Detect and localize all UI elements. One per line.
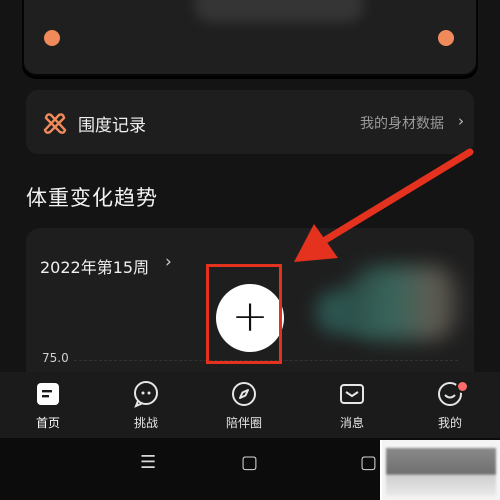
body-data-link[interactable]: 我的身材数据 [360,113,444,133]
week-selector[interactable]: 2022年第15周 [40,254,149,278]
notification-dot [456,380,469,393]
y-axis-tick: 75.0 [42,351,69,365]
tab-messages[interactable]: 消息 [312,372,392,438]
tab-home[interactable]: 首页 [8,372,88,438]
summary-card [22,0,478,76]
back-nav-icon[interactable]: ▢ [360,452,377,473]
annotation-arrow [294,148,474,262]
range-end-dot [438,30,454,46]
tab-companion[interactable]: 陪伴圈 [204,372,284,438]
tab-me[interactable]: 我的 [410,372,490,438]
measuring-tape-icon [43,113,67,134]
range-start-dot [44,30,60,46]
tab-label: 挑战 [133,416,158,430]
chevron-right-icon: › [458,112,464,130]
chevron-right-icon: › [165,252,172,272]
home-nav-icon[interactable]: ▢ [241,452,258,473]
inbox-icon [340,384,364,404]
menu-icon[interactable]: ☰ [140,452,156,473]
compass-icon [232,382,256,406]
thumbnail-image [386,448,496,496]
section-title: 体重变化趋势 [26,186,158,210]
tab-label: 首页 [35,416,60,430]
tab-label: 我的 [437,416,462,430]
home-icon [37,383,59,405]
blurred-content [194,0,364,22]
tab-label: 陪伴圈 [225,416,262,430]
chat-bubble-icon [134,381,158,408]
girth-record-label: 围度记录 [78,116,146,136]
bottom-tab-bar: 首页 挑战 陪伴圈 消息 我的 [0,372,500,438]
tab-challenge[interactable]: 挑战 [106,372,186,438]
tab-label: 消息 [339,416,364,430]
